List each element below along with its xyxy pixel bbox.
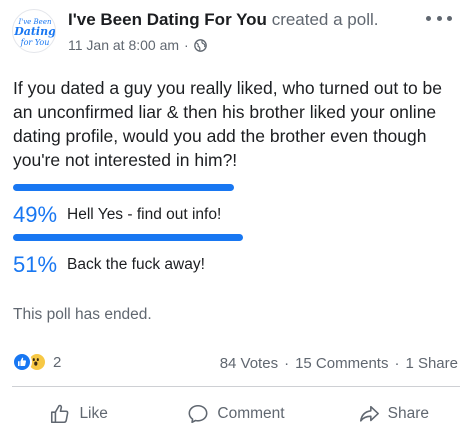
globe-icon[interactable]: [193, 38, 207, 52]
poll-option-2-bar: [13, 234, 243, 241]
comment-icon: [188, 404, 208, 424]
svg-text:Dating: Dating: [13, 25, 56, 38]
page-logo: I've Been Dating for You: [13, 18, 56, 47]
share-button[interactable]: Share: [315, 392, 472, 436]
like-button[interactable]: Like: [0, 392, 157, 436]
poll-option-1-label: Hell Yes - find out info!: [67, 206, 222, 223]
share-icon: [359, 405, 379, 422]
stats-separator: ·: [284, 355, 290, 372]
poll-status: This poll has ended.: [13, 306, 152, 323]
poll-option-1-bar: [13, 184, 234, 191]
meta-separator: ·: [184, 37, 189, 53]
reaction-count: 2: [53, 353, 62, 371]
like-label: Like: [79, 405, 108, 422]
comment-button[interactable]: Comment: [157, 392, 314, 436]
thumbs-up-icon: [51, 404, 69, 424]
author-line: I've Been Dating For You created a poll.: [68, 10, 378, 30]
share-label: Share: [387, 405, 429, 422]
comment-label: Comment: [217, 405, 285, 422]
actions-divider: [12, 386, 460, 387]
author-action: created a poll.: [271, 10, 379, 29]
post-actions: Like Comment Share: [0, 392, 472, 436]
votes-count[interactable]: 84 Votes: [220, 355, 278, 372]
more-options-icon[interactable]: [426, 8, 452, 28]
poll-option-1: 49% Hell Yes - find out info!: [13, 184, 243, 228]
like-icon: [12, 352, 32, 372]
engagement-stats: 84 Votes · 15 Comments · 1 Share: [220, 355, 458, 372]
reactions-summary[interactable]: 2: [12, 352, 61, 372]
poll-option-2-percent: 51%: [13, 252, 58, 277]
stats-separator: ·: [394, 355, 400, 372]
poll-option-1-percent: 49%: [13, 202, 58, 227]
poll-question: If you dated a guy you really liked, who…: [13, 78, 452, 170]
page-avatar[interactable]: I've Been Dating for You: [12, 9, 56, 53]
post-meta: 11 Jan at 8:00 am ·: [68, 37, 207, 53]
post-header: I've Been Dating for You I've Been Datin…: [0, 0, 472, 64]
shares-count[interactable]: 1 Share: [405, 355, 458, 372]
post-timestamp[interactable]: 11 Jan at 8:00 am: [68, 37, 179, 53]
svg-text:for You: for You: [20, 38, 50, 47]
author-name[interactable]: I've Been Dating For You: [68, 10, 267, 29]
poll-option-2: 51% Back the fuck away!: [13, 234, 243, 278]
comments-count[interactable]: 15 Comments: [295, 355, 388, 372]
poll-option-2-label: Back the fuck away!: [67, 256, 205, 273]
